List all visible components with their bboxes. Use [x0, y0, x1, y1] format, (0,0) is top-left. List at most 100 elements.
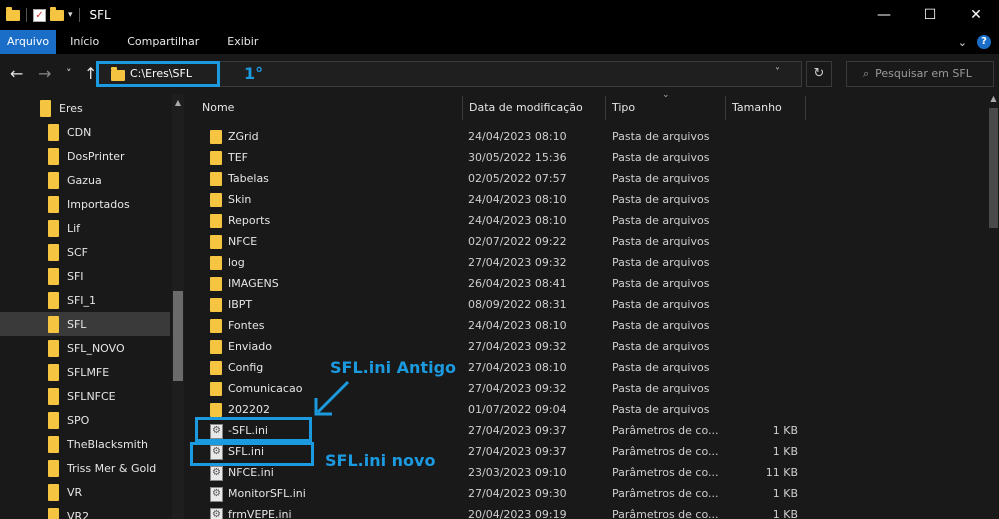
- tab-arquivo[interactable]: Arquivo: [0, 30, 57, 54]
- search-icon: ⌕: [863, 67, 870, 80]
- folder-icon: [48, 459, 59, 477]
- scrollbar-thumb[interactable]: [173, 291, 183, 381]
- folder-icon: [210, 319, 222, 333]
- file-row[interactable]: Reports 24/04/2023 08:10 Pasta de arquivos: [196, 211, 986, 232]
- column-header-date[interactable]: Data de modificação: [463, 96, 606, 120]
- quick-access-toolbar: ✓ ▾: [0, 6, 82, 22]
- file-row[interactable]: NFCE.ini23/03/2023 09:10Parâmetros de co…: [196, 463, 986, 484]
- file-row[interactable]: ZGrid 24/04/2023 08:10 Pasta de arquivos: [196, 127, 986, 148]
- sidebar-item-cdn[interactable]: CDN: [0, 120, 170, 144]
- file-row[interactable]: log 27/04/2023 09:32 Pasta de arquivos: [196, 253, 986, 274]
- folder-icon: [48, 339, 59, 357]
- file-row[interactable]: Tabelas 02/05/2022 07:57 Pasta de arquivos: [196, 169, 986, 190]
- sidebar-item-importados[interactable]: Importados: [0, 192, 170, 216]
- folder-icon: [40, 99, 51, 117]
- minimize-button[interactable]: —: [861, 0, 907, 30]
- folder-icon: [210, 298, 222, 312]
- sidebar-item-theblacksmith[interactable]: TheBlacksmith: [0, 432, 170, 456]
- config-file-icon: [210, 508, 223, 519]
- folder-icon: [210, 340, 222, 354]
- column-header-size[interactable]: Tamanho: [726, 96, 806, 120]
- sidebar-item-triss-mer-gold[interactable]: Triss Mer & Gold: [0, 456, 170, 480]
- file-row[interactable]: Enviado 27/04/2023 09:32 Pasta de arquivos: [196, 337, 986, 358]
- divider: [78, 8, 80, 22]
- step-annotation: 1°: [244, 64, 264, 83]
- new-folder-icon[interactable]: [50, 6, 64, 21]
- file-row[interactable]: Skin 24/04/2023 08:10 Pasta de arquivos: [196, 190, 986, 211]
- properties-icon[interactable]: ✓: [33, 8, 46, 22]
- folder-icon: [210, 172, 222, 186]
- search-input[interactable]: ⌕ Pesquisar em SFL: [846, 61, 994, 87]
- column-headers: Nome Data de modificação Tipo Tamanho ⌄: [196, 90, 999, 120]
- close-button[interactable]: ✕: [953, 0, 999, 30]
- file-row[interactable]: IMAGENS 26/04/2023 08:41 Pasta de arquivos: [196, 274, 986, 295]
- sidebar-item-eres[interactable]: Eres: [0, 96, 170, 120]
- sidebar-item-sflnfce[interactable]: SFLNFCE: [0, 384, 170, 408]
- file-row[interactable]: -SFL.ini27/04/2023 09:37Parâmetros de co…: [196, 421, 986, 442]
- folder-icon: [210, 277, 222, 291]
- scroll-up-icon[interactable]: ▲: [988, 94, 999, 103]
- file-list-scrollbar[interactable]: ▲: [988, 94, 999, 519]
- sidebar-item-vr2[interactable]: VR2: [0, 504, 170, 519]
- folder-icon: [48, 411, 59, 429]
- forward-icon[interactable]: →: [38, 64, 51, 83]
- ribbon-tabs: Arquivo Início Compartilhar Exibir ⌄ ?: [0, 30, 999, 54]
- tab-compartilhar[interactable]: Compartilhar: [113, 30, 213, 54]
- file-row[interactable]: NFCE 02/07/2022 09:22 Pasta de arquivos: [196, 232, 986, 253]
- folder-icon: [210, 403, 222, 417]
- sidebar-item-sfl-novo[interactable]: SFL_NOVO: [0, 336, 170, 360]
- folder-icon: [48, 507, 59, 519]
- address-highlight-box: [96, 61, 220, 87]
- scroll-up-icon[interactable]: ▲: [172, 98, 184, 107]
- tab-exibir[interactable]: Exibir: [213, 30, 272, 54]
- maximize-button[interactable]: ☐: [907, 0, 953, 30]
- folder-icon: [48, 147, 59, 165]
- scrollbar-thumb[interactable]: [989, 108, 998, 228]
- window-title: SFL: [89, 8, 111, 22]
- customize-toolbar-icon[interactable]: ▾: [68, 10, 73, 20]
- sidebar-item-sfi[interactable]: SFI: [0, 264, 170, 288]
- search-placeholder: Pesquisar em SFL: [875, 67, 972, 80]
- folder-icon: [210, 361, 222, 375]
- file-row[interactable]: MonitorSFL.ini27/04/2023 09:30Parâmetros…: [196, 484, 986, 505]
- sidebar-item-sflmfe[interactable]: SFLMFE: [0, 360, 170, 384]
- sidebar-scrollbar[interactable]: ▲: [172, 94, 184, 519]
- folder-icon: [210, 193, 222, 207]
- folder-icon: [210, 235, 222, 249]
- folder-icon: [210, 256, 222, 270]
- sidebar-item-scf[interactable]: SCF: [0, 240, 170, 264]
- folder-icon: [48, 387, 59, 405]
- folder-icon: [210, 151, 222, 165]
- old-ini-annotation: SFL.ini Antigo: [330, 358, 457, 377]
- folder-icon: [48, 195, 59, 213]
- sidebar-item-lif[interactable]: Lif: [0, 216, 170, 240]
- sidebar-item-sfl[interactable]: SFL: [0, 312, 170, 336]
- help-icon[interactable]: ?: [977, 35, 991, 49]
- refresh-button[interactable]: ↻: [806, 61, 832, 87]
- file-row[interactable]: Fontes 24/04/2023 08:10 Pasta de arquivos: [196, 316, 986, 337]
- file-row[interactable]: SFL.ini27/04/2023 09:37Parâmetros de co.…: [196, 442, 986, 463]
- folder-icon: [48, 243, 59, 261]
- sidebar-item-spo[interactable]: SPO: [0, 408, 170, 432]
- arrow-icon: [314, 380, 350, 416]
- folder-icon: [210, 214, 222, 228]
- sidebar-item-gazua[interactable]: Gazua: [0, 168, 170, 192]
- folder-icon: [48, 315, 59, 333]
- file-row[interactable]: IBPT 08/09/2022 08:31 Pasta de arquivos: [196, 295, 986, 316]
- folder-icon: [48, 267, 59, 285]
- title-bar: ✓ ▾ SFL — ☐ ✕: [0, 0, 999, 30]
- sidebar-item-sfi-1[interactable]: SFI_1: [0, 288, 170, 312]
- sidebar-item-dosprinter[interactable]: DosPrinter: [0, 144, 170, 168]
- column-header-name[interactable]: Nome: [196, 96, 463, 120]
- tab-inicio[interactable]: Início: [56, 30, 113, 54]
- sidebar-item-vr[interactable]: VR: [0, 480, 170, 504]
- folder-icon: [210, 382, 222, 396]
- back-icon[interactable]: ←: [10, 64, 23, 83]
- file-row[interactable]: Config 27/04/2023 08:10 Pasta de arquivos: [196, 358, 986, 379]
- old-ini-highlight-box: [195, 417, 312, 442]
- chevron-down-icon[interactable]: ⌄: [958, 36, 967, 49]
- address-dropdown-icon[interactable]: ˅: [775, 67, 780, 78]
- recent-locations-icon[interactable]: ˅: [66, 67, 72, 80]
- file-row[interactable]: frmVEPE.ini20/04/2023 09:19Parâmetros de…: [196, 505, 986, 519]
- file-row[interactable]: TEF 30/05/2022 15:36 Pasta de arquivos: [196, 148, 986, 169]
